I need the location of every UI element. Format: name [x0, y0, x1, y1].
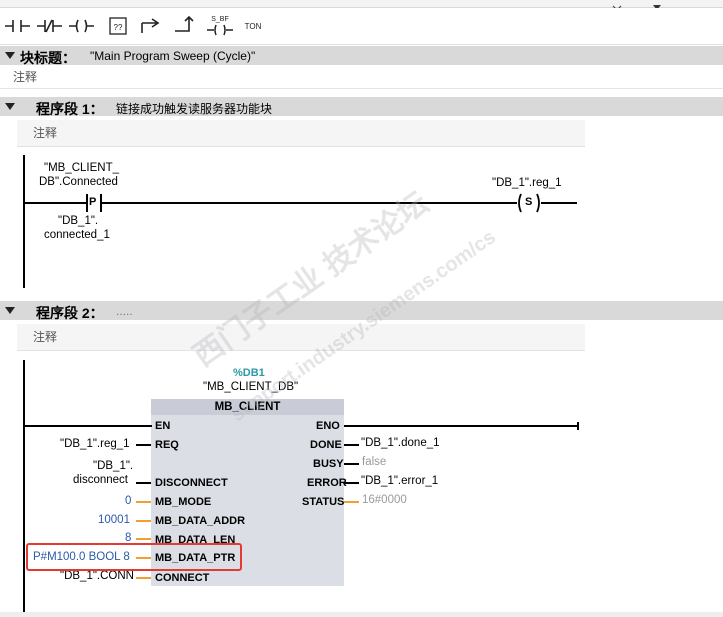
nc-contact-icon [37, 19, 62, 33]
edge-memory-tag-line1[interactable]: "DB_1". [58, 215, 98, 227]
pin-status: STATUS [302, 496, 345, 508]
en-wire [24, 425, 152, 427]
empty-box-button[interactable]: ?? [103, 10, 133, 40]
busy-wire [344, 463, 359, 465]
block-title-label: 块标题： [20, 50, 76, 66]
empty-box-label: ?? [114, 23, 123, 32]
wire [24, 202, 86, 204]
mb-data-addr-wire [136, 520, 151, 522]
network-1-title: 程序段 1： [36, 101, 104, 117]
empty-box-icon: ?? [109, 17, 127, 35]
status-wire [344, 501, 359, 503]
error-value[interactable]: "DB_1".error_1 [361, 475, 438, 487]
disconnect-wire [136, 482, 151, 484]
block-title-value[interactable]: "Main Program Sweep (Cycle)" [90, 49, 255, 63]
block-comment[interactable]: 注释 [13, 68, 37, 85]
contact-tag-line2[interactable]: DB".Connected [39, 176, 118, 188]
done-wire [344, 444, 359, 446]
bottom-strip [0, 612, 723, 617]
coil-symbol: S [525, 196, 533, 208]
nc-contact-button[interactable] [34, 10, 64, 40]
ton-label: TON [245, 22, 262, 31]
collapse-icon[interactable] [612, 0, 622, 11]
busy-value[interactable]: false [362, 456, 386, 468]
network-1-comment-box[interactable]: 注释 [17, 120, 585, 147]
power-rail [23, 360, 25, 612]
pin-eno: ENO [316, 420, 340, 432]
network-2-subtitle[interactable]: ..... [116, 304, 133, 318]
pin-mb-data-addr: MB_DATA_ADDR [155, 515, 246, 527]
collapse-triangle-icon[interactable] [5, 307, 15, 314]
no-contact-icon [5, 20, 30, 32]
network-1-subtitle[interactable]: 链接成功触发读服务器功能块 [116, 100, 272, 117]
pin-connect: CONNECT [155, 572, 210, 584]
network-2-title: 程序段 2： [36, 305, 104, 321]
eno-wire [344, 425, 578, 427]
pin-busy: BUSY [313, 458, 344, 470]
network-1-header[interactable]: 程序段 1： 链接成功触发读服务器功能块 [0, 97, 723, 117]
mb-mode-value[interactable]: 0 [125, 495, 131, 507]
power-rail [23, 155, 25, 288]
ton-button[interactable]: TON [237, 10, 267, 40]
branch-open-icon [141, 18, 160, 33]
divider [0, 88, 723, 89]
contact-tag-line1[interactable]: "MB_CLIENT_ [44, 162, 119, 174]
pin-mb-mode: MB_MODE [155, 496, 212, 508]
network-1-comment: 注释 [33, 126, 58, 140]
network-2-comment: 注释 [33, 330, 58, 344]
no-contact-button[interactable] [2, 10, 32, 40]
pin-req: REQ [155, 439, 179, 451]
disconnect-value-line2[interactable]: disconnect [73, 474, 128, 486]
db-number[interactable]: %DB1 [233, 367, 265, 379]
wire [100, 202, 517, 204]
disconnect-value-line1[interactable]: "DB_1". [93, 460, 133, 472]
s-bf-button[interactable]: S_BF [204, 10, 234, 40]
close-branch-button[interactable] [170, 10, 200, 40]
network-2-comment-box[interactable]: 注释 [17, 324, 585, 351]
block-title-header[interactable]: 块标题： "Main Program Sweep (Cycle)" [0, 46, 723, 66]
dropdown-icon[interactable] [652, 0, 662, 10]
status-value[interactable]: 16#0000 [362, 494, 407, 506]
coil-button[interactable] [66, 10, 96, 40]
wire-end [577, 422, 579, 430]
s-bf-label: S_BF [211, 16, 229, 23]
connect-wire [136, 577, 151, 579]
pin-en: EN [155, 420, 171, 432]
mb-data-addr-value[interactable]: 10001 [98, 514, 130, 526]
pin-done: DONE [310, 439, 342, 451]
s-bf-icon: S_BF [207, 16, 233, 36]
error-wire [344, 482, 359, 484]
mb-mode-wire [136, 501, 151, 503]
connect-value[interactable]: "DB_1".CONN [60, 570, 134, 582]
done-value[interactable]: "DB_1".done_1 [361, 437, 440, 449]
req-wire [136, 444, 151, 446]
wire [541, 202, 577, 204]
coil-icon [69, 19, 94, 33]
open-branch-button[interactable] [137, 10, 167, 40]
coil-tag[interactable]: "DB_1".reg_1 [492, 177, 562, 189]
highlight-box [26, 543, 242, 571]
p-contact-symbol: P [89, 196, 97, 208]
edge-memory-tag-line2[interactable]: connected_1 [44, 229, 110, 241]
mb-data-len-wire [136, 538, 151, 540]
branch-close-icon [175, 15, 194, 32]
ton-icon: TON [245, 22, 262, 31]
pin-error: ERROR [307, 477, 347, 489]
collapse-triangle-icon[interactable] [5, 52, 15, 59]
req-value[interactable]: "DB_1".reg_1 [60, 438, 130, 450]
pin-disconnect: DISCONNECT [155, 477, 228, 489]
collapse-triangle-icon[interactable] [5, 103, 15, 110]
